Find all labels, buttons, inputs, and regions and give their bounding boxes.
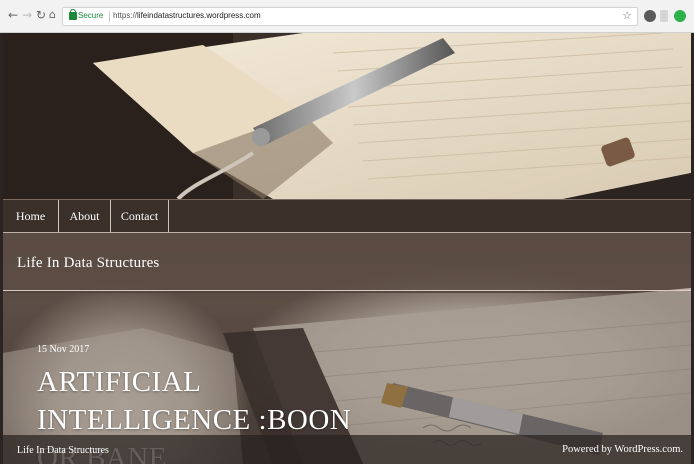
nav-item-contact[interactable]: Contact <box>111 200 169 232</box>
arrow-right-icon[interactable]: → <box>22 8 32 22</box>
url-text[interactable]: https://lifeindatastructures.wordpress.c… <box>113 11 261 20</box>
nav-item-about[interactable]: About <box>59 200 111 232</box>
powered-by-link[interactable]: Powered by WordPress.com. <box>562 444 683 455</box>
address-bar[interactable]: Secure https://lifeindatastructures.word… <box>62 7 638 26</box>
star-icon[interactable]: ☆ <box>622 9 632 22</box>
site-title[interactable]: Life In Data Structures <box>17 255 159 272</box>
arrow-left-icon[interactable]: ← <box>8 8 18 22</box>
site-footer: Life In Data Structures Powered by WordP… <box>3 435 691 464</box>
notebook-image <box>3 33 691 199</box>
header-image <box>3 33 691 199</box>
extension-icon-2[interactable] <box>660 10 668 22</box>
lock-icon <box>69 9 77 20</box>
section-divider <box>3 290 691 291</box>
content-area: Life In Data Structures 15 Nov 2017 ARTI… <box>3 233 691 464</box>
reload-icon[interactable]: ↻ <box>36 8 46 22</box>
main-navigation: Home About Contact <box>3 199 691 233</box>
nav-item-home[interactable]: Home <box>3 200 59 232</box>
post-date: 15 Nov 2017 <box>37 344 90 355</box>
url-host: lifeindatastructures.wordpress.com <box>137 11 261 20</box>
footer-site-name[interactable]: Life In Data Structures <box>17 445 109 456</box>
extension-icon-1[interactable] <box>644 10 656 22</box>
url-scheme: https:// <box>113 11 138 20</box>
secure-label: Secure <box>78 11 104 20</box>
address-separator <box>109 11 110 22</box>
home-icon[interactable]: ⌂ <box>49 8 56 22</box>
browser-toolbar: ← → ↻ ⌂ Secure https://lifeindatastructu… <box>0 0 694 33</box>
extension-icon-3[interactable] <box>674 10 686 22</box>
